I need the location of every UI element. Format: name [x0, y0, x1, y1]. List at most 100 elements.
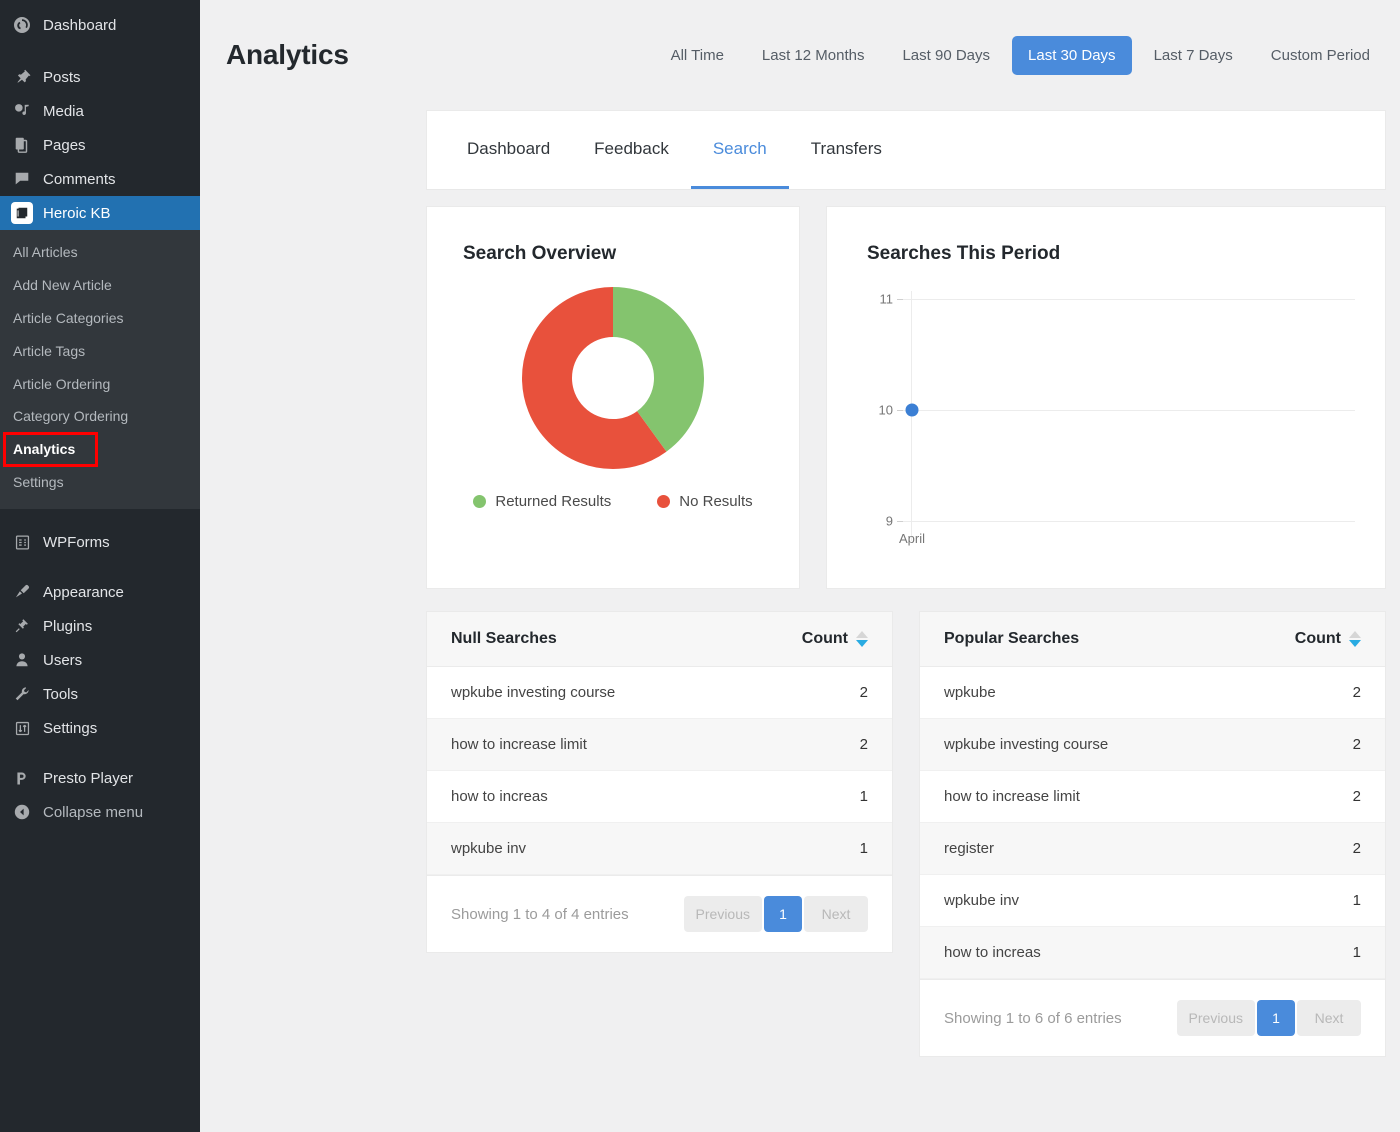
search-term: wpkube investing course	[427, 666, 730, 719]
period-filter-group: All Time Last 12 Months Last 90 Days Las…	[655, 35, 1386, 75]
sidebar-item-add-new-article[interactable]: Add New Article	[0, 269, 200, 302]
search-term: wpkube investing course	[920, 718, 1223, 771]
table-row[interactable]: how to increase limit 2	[920, 770, 1385, 823]
sliders-icon	[11, 717, 33, 739]
popular-searches-footer: Showing 1 to 6 of 6 entries Previous 1 N…	[920, 979, 1385, 1056]
sidebar-item-article-ordering[interactable]: Article Ordering	[0, 368, 200, 401]
sort-descending-icon[interactable]	[856, 631, 868, 647]
null-searches-title[interactable]: Null Searches	[427, 612, 730, 667]
table-row[interactable]: wpkube investing course 2	[920, 718, 1385, 771]
sidebar-item-appearance[interactable]: Appearance	[0, 575, 200, 609]
sidebar-item-heroic-kb[interactable]: Heroic KB	[0, 196, 208, 230]
presto-icon	[11, 767, 33, 789]
count-header-label: Count	[801, 630, 848, 647]
sidebar-item-tools[interactable]: Tools	[0, 677, 200, 711]
sidebar-item-category-ordering[interactable]: Category Ordering	[0, 400, 200, 433]
popular-searches-title[interactable]: Popular Searches	[920, 612, 1223, 667]
popular-searches-card: Popular Searches Count wpkube 2 wpkube i…	[919, 611, 1386, 1057]
sidebar-item-plugins[interactable]: Plugins	[0, 609, 200, 643]
user-icon	[11, 649, 33, 671]
tab-search[interactable]: Search	[690, 111, 789, 189]
admin-sidebar: Dashboard Posts Media Pages Comments Her…	[0, 0, 208, 1132]
page-1-button[interactable]: 1	[1257, 1000, 1295, 1036]
next-page-button[interactable]: Next	[804, 896, 868, 932]
table-row[interactable]: register 2	[920, 822, 1385, 875]
line-chart: 11 10 9 April	[867, 291, 1355, 546]
sidebar-item-wpforms[interactable]: WPForms	[0, 525, 200, 559]
sidebar-divider-2	[0, 559, 200, 575]
table-row[interactable]: wpkube investing course 2	[427, 666, 892, 719]
sidebar-label: Appearance	[43, 583, 124, 601]
sidebar-item-article-tags[interactable]: Article Tags	[0, 335, 200, 368]
table-row[interactable]: how to increas 1	[427, 770, 892, 823]
sidebar-item-posts[interactable]: Posts	[0, 60, 200, 94]
period-last-90-days[interactable]: Last 90 Days	[886, 36, 1006, 75]
sidebar-item-dashboard[interactable]: Dashboard	[0, 8, 200, 42]
period-last-12-months[interactable]: Last 12 Months	[746, 36, 881, 75]
sidebar-item-all-articles[interactable]: All Articles	[0, 236, 200, 269]
data-point-april[interactable]	[905, 403, 919, 417]
sidebar-item-pages[interactable]: Pages	[0, 128, 200, 162]
period-last-30-days[interactable]: Last 30 Days	[1012, 35, 1132, 75]
sidebar-label: Heroic KB	[43, 204, 111, 222]
sidebar-divider-3	[0, 745, 200, 761]
pagination: Previous 1 Next	[683, 896, 868, 932]
pin-icon	[11, 66, 33, 88]
sidebar-item-article-categories[interactable]: Article Categories	[0, 302, 200, 335]
popular-searches-count-header[interactable]: Count	[1222, 612, 1385, 667]
sidebar-submenu-heroic-kb: All Articles Add New Article Article Cat…	[0, 230, 200, 510]
search-term: register	[920, 822, 1223, 875]
main-content: Analytics All Time Last 12 Months Last 9…	[200, 0, 1400, 1132]
analytics-tabs: Dashboard Feedback Search Transfers	[426, 110, 1386, 190]
sidebar-item-collapse-menu[interactable]: Collapse menu	[0, 795, 200, 829]
tab-feedback[interactable]: Feedback	[572, 111, 691, 189]
sidebar-item-media[interactable]: Media	[0, 94, 200, 128]
sidebar-label: Users	[43, 651, 83, 669]
sidebar-item-settings[interactable]: Settings	[0, 711, 200, 745]
search-term: how to increase limit	[427, 718, 730, 771]
wrench-icon	[11, 683, 33, 705]
period-last-7-days[interactable]: Last 7 Days	[1138, 36, 1249, 75]
gridline-10	[903, 410, 1355, 411]
search-count: 2	[729, 666, 892, 719]
page-1-button[interactable]: 1	[764, 896, 802, 932]
table-row[interactable]: how to increase limit 2	[427, 718, 892, 771]
search-count: 2	[1222, 822, 1385, 875]
period-custom[interactable]: Custom Period	[1255, 36, 1386, 75]
table-body: wpkube 2 wpkube investing course 2 how t…	[920, 666, 1385, 979]
sidebar-label: Media	[43, 102, 84, 120]
sidebar-item-analytics[interactable]: Analytics	[3, 432, 98, 468]
charts-row: Search Overview Returned Results No Resu…	[200, 190, 1400, 589]
search-overview-card: Search Overview Returned Results No Resu…	[426, 206, 800, 589]
sidebar-item-comments[interactable]: Comments	[0, 162, 200, 196]
table-row[interactable]: wpkube inv 1	[427, 822, 892, 875]
tab-transfers[interactable]: Transfers	[789, 111, 904, 189]
previous-page-button[interactable]: Previous	[683, 896, 762, 932]
search-count: 2	[1222, 666, 1385, 719]
null-searches-count-header[interactable]: Count	[729, 612, 892, 667]
legend-swatch-green	[473, 495, 487, 508]
sidebar-item-users[interactable]: Users	[0, 643, 200, 677]
table-head: Null Searches Count	[427, 612, 892, 667]
searches-this-period-card: Searches This Period 11 10 9 April	[826, 206, 1386, 589]
sidebar-item-settings-kb[interactable]: Settings	[0, 466, 200, 499]
table-row[interactable]: how to increas 1	[920, 926, 1385, 979]
form-icon	[11, 531, 33, 553]
tab-dashboard[interactable]: Dashboard	[445, 111, 572, 189]
next-page-button[interactable]: Next	[1297, 1000, 1361, 1036]
book-icon	[11, 202, 33, 224]
table-body: wpkube investing course 2 how to increas…	[427, 666, 892, 875]
search-count: 1	[1222, 926, 1385, 979]
gridline-11	[903, 299, 1355, 300]
page-header: Analytics All Time Last 12 Months Last 9…	[200, 0, 1400, 110]
previous-page-button[interactable]: Previous	[1176, 1000, 1255, 1036]
search-term: how to increase limit	[920, 770, 1223, 823]
table-row[interactable]: wpkube 2	[920, 666, 1385, 719]
count-header-label: Count	[1294, 630, 1341, 647]
table-row[interactable]: wpkube inv 1	[920, 874, 1385, 927]
sort-descending-icon[interactable]	[1349, 631, 1361, 647]
sidebar-item-presto-player[interactable]: Presto Player	[0, 761, 200, 795]
period-all-time[interactable]: All Time	[655, 36, 740, 75]
popular-searches-table: Popular Searches Count wpkube 2 wpkube i…	[920, 612, 1385, 979]
admin-page: Dashboard Posts Media Pages Comments Her…	[0, 0, 1400, 1132]
